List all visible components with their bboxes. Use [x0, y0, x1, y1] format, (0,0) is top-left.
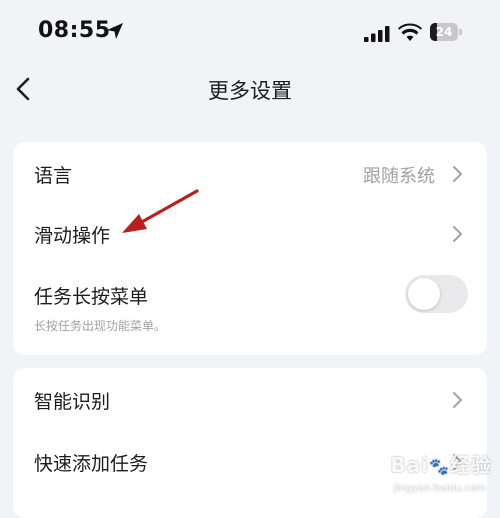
watermark-url: jingyan.baidu.com — [393, 483, 486, 494]
annotation-arrow-icon — [122, 189, 199, 233]
watermark-logo: Bai🐾经验 — [390, 453, 492, 477]
